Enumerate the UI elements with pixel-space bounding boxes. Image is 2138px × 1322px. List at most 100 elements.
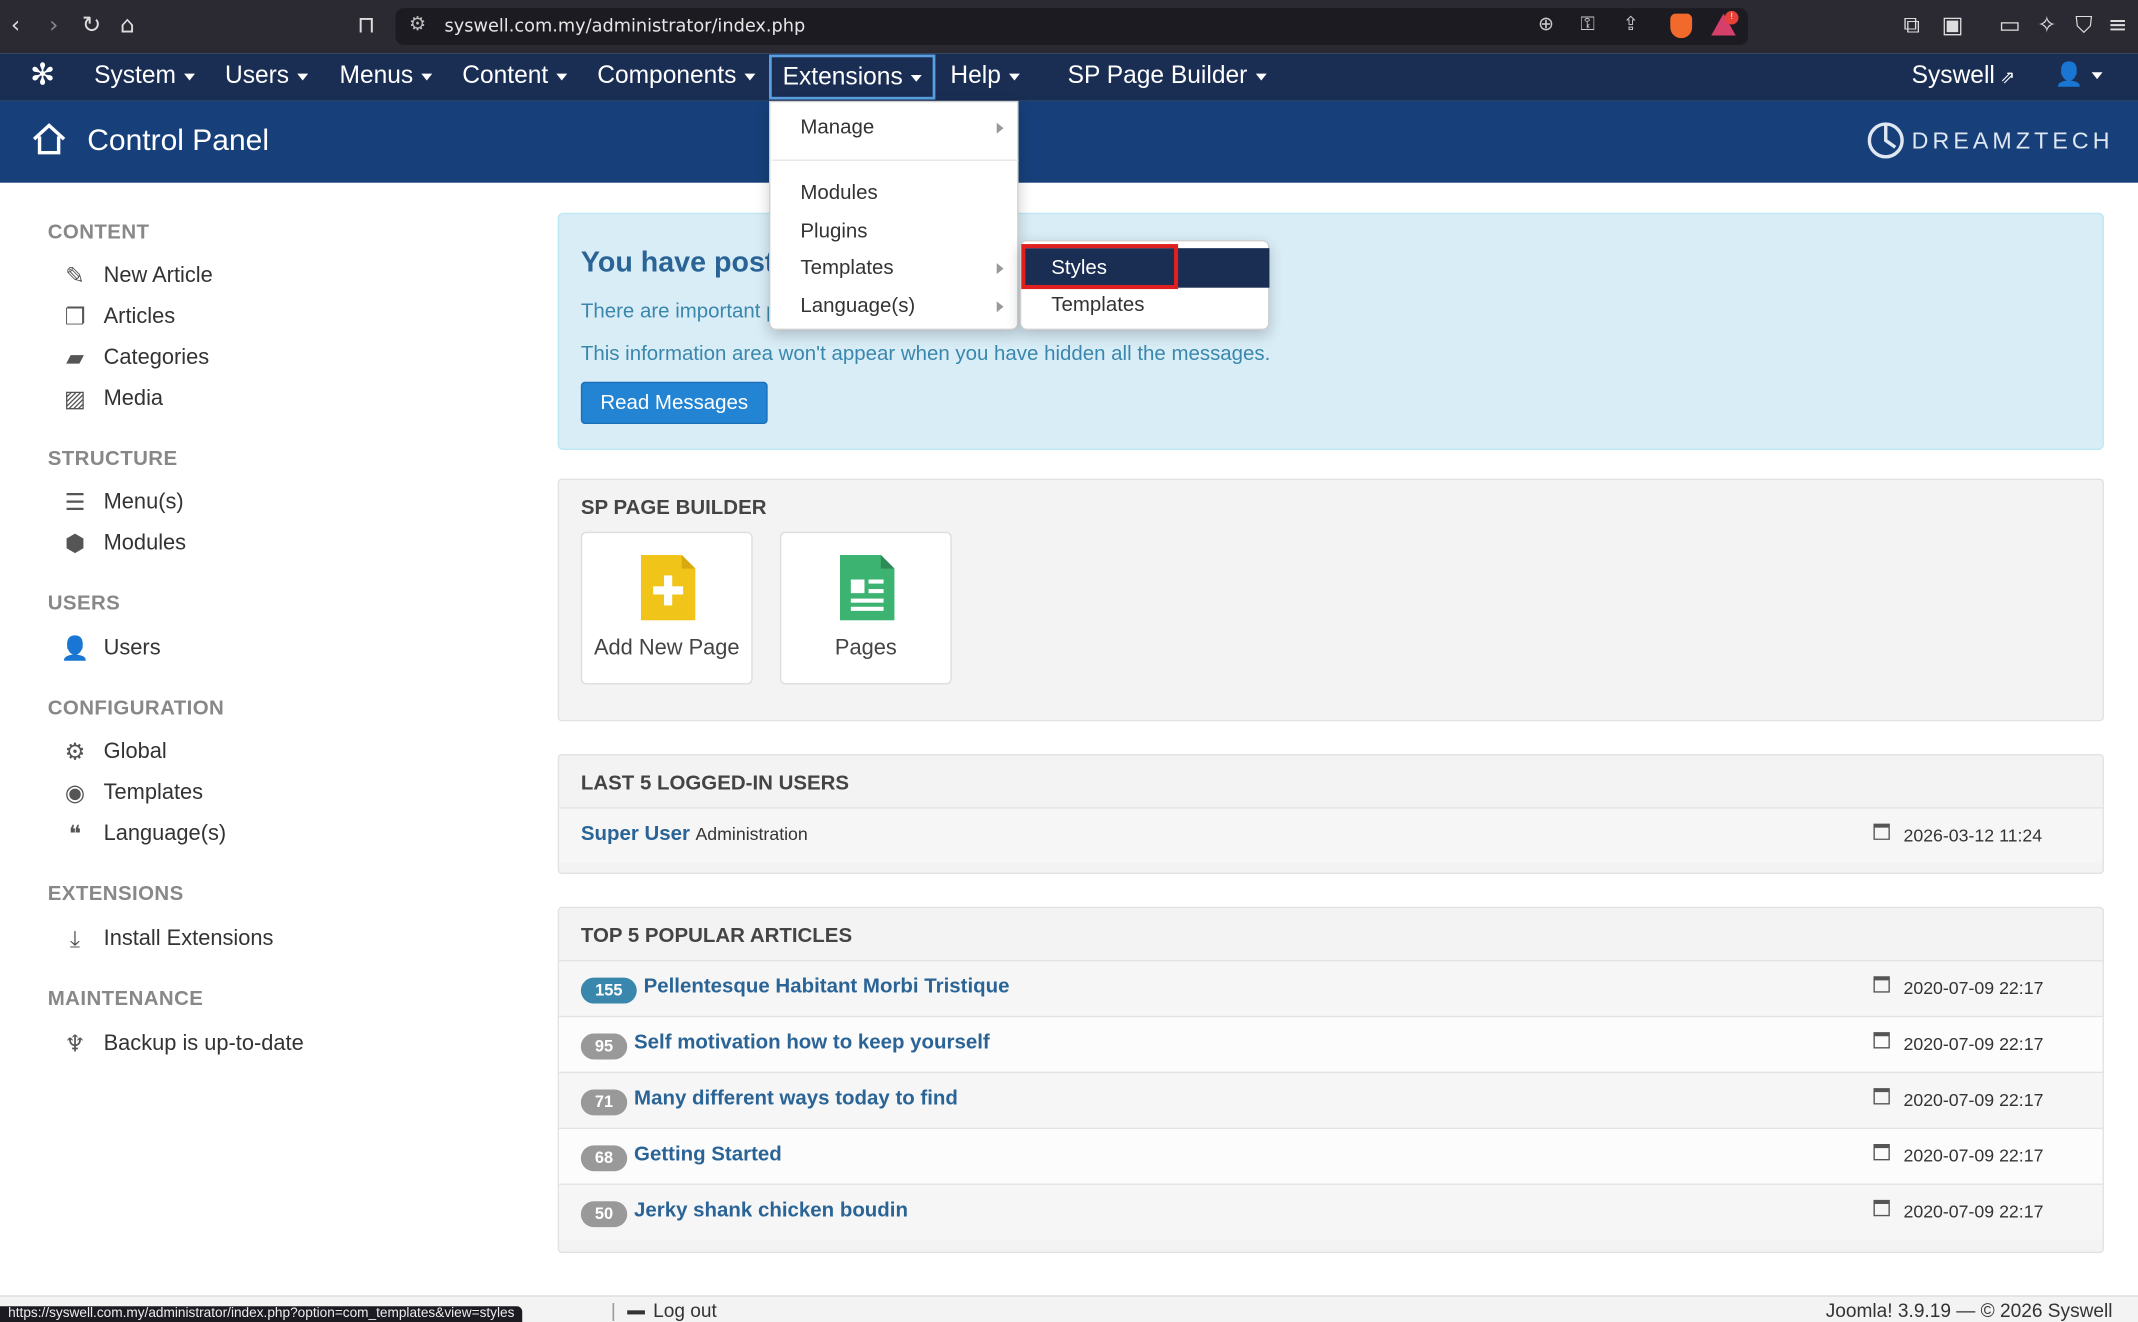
user-icon: 👤 (2054, 61, 2084, 89)
panel-title: TOP 5 POPULAR ARTICLES (580, 924, 853, 948)
brand-name: DREAMZTECH (1911, 128, 2114, 155)
image-icon: ▨ (64, 385, 86, 414)
nav-users[interactable]: Users (225, 53, 309, 101)
chevron-right-icon (996, 122, 1004, 134)
leo-ai-icon[interactable]: ✧ (2037, 12, 2056, 39)
article-link[interactable]: Pellentesque Habitant Morbi Tristique (644, 975, 1010, 998)
calendar-icon (1873, 1088, 1890, 1105)
key-icon[interactable]: ⚿ (1580, 14, 1595, 36)
sidebar-heading-extensions: EXTENSIONS (47, 882, 184, 906)
chevron-down-icon (744, 73, 756, 81)
sidebar-heading-structure: STRUCTURE (47, 447, 178, 471)
table-row: Super User Administration 2026-03-12 11:2… (559, 807, 2103, 864)
user-link[interactable]: Super User Administration (581, 822, 808, 845)
article-date: 2020-07-09 22:17 (1903, 1201, 2044, 1222)
table-row: 68 Getting Started 2020-07-09 22:17 (559, 1127, 2103, 1184)
sidebar-heading-content: CONTENT (47, 220, 150, 245)
tile-label: Pages (834, 636, 897, 660)
panel-title: SP PAGE BUILDER (580, 496, 767, 520)
nav-extensions[interactable]: Extensions (769, 54, 936, 100)
user-menu[interactable]: 👤 (2054, 61, 2103, 89)
dreamztech-logo-icon (1867, 122, 1904, 159)
article-date: 2020-07-09 22:17 (1903, 977, 2044, 999)
share-icon[interactable]: ⇪ (1623, 14, 1639, 36)
back-icon[interactable]: ‹ (11, 12, 20, 39)
pages-icon (839, 554, 895, 621)
panel-title: LAST 5 LOGGED-IN USERS (580, 771, 850, 795)
nav-components[interactable]: Components (597, 53, 756, 101)
menu-item-modules[interactable]: Modules (800, 181, 877, 204)
nav-system[interactable]: System (94, 53, 196, 101)
cube-icon: ⬢ (64, 530, 86, 558)
menu-item-manage[interactable]: Manage (800, 116, 874, 139)
external-link-icon: ⇗ (2000, 68, 2016, 89)
view-site-link[interactable]: Syswell ⇗ (1912, 53, 2016, 101)
menu-item-plugins[interactable]: Plugins (800, 220, 867, 243)
chevron-down-icon (184, 73, 196, 81)
extensions-dropdown: Manage Modules Plugins Templates Languag… (769, 100, 1019, 330)
minus-icon (627, 1310, 645, 1315)
calendar-icon (1873, 976, 1890, 993)
pencil-icon: ✎ (65, 263, 85, 291)
article-link[interactable]: Many different ways today to find (634, 1087, 958, 1110)
calendar-icon (1873, 1143, 1890, 1161)
add-new-page-tile[interactable]: Add New Page (580, 531, 753, 685)
article-link[interactable]: Jerky shank chicken boudin (634, 1199, 908, 1222)
comments-icon: ❝ (68, 820, 82, 849)
chevron-down-icon (1009, 73, 1020, 81)
nav-help[interactable]: Help (950, 53, 1020, 101)
sidebar-heading-configuration: CONFIGURATION (47, 696, 225, 720)
joomla-logo-icon[interactable]: ✻ (30, 61, 60, 91)
nav-menus[interactable]: Menus (340, 53, 433, 101)
backup-icon: ♆ (64, 1030, 86, 1059)
reload-icon[interactable]: ↻ (82, 12, 101, 39)
pages-tile[interactable]: Pages (779, 531, 952, 685)
eye-icon: ◉ (64, 779, 86, 808)
table-row: 50 Jerky shank chicken boudin 2020-07-09… (559, 1183, 2103, 1240)
footer-version: Joomla! 3.9.19 — © 2026 Syswell (1825, 1299, 2113, 1322)
extensions-icon[interactable]: ⧉ (1903, 12, 1920, 39)
nav-sp-page-builder[interactable]: SP Page Builder (1068, 53, 1267, 101)
menu-item-languages[interactable]: Language(s) (800, 295, 915, 318)
tile-label: Add New Page (593, 636, 740, 660)
footer-divider: | (610, 1299, 616, 1322)
table-row: 71 Many different ways today to find 202… (559, 1071, 2103, 1128)
bookmark-icon[interactable]: ⊓ (357, 12, 375, 39)
browser-toolbar: ‹ › ↻ ⌂ ⊓ ⚙ syswell.com.my/administrator… (0, 0, 2138, 54)
chevron-down-icon (297, 73, 309, 81)
notification-dot: ! (1724, 10, 1739, 25)
article-link[interactable]: Self motivation how to keep yourself (634, 1031, 990, 1054)
wallet-icon[interactable]: ▭ (1999, 12, 2021, 39)
read-messages-button[interactable]: Read Messages (580, 381, 768, 425)
site-info-icon[interactable]: ⚙ (409, 14, 426, 36)
login-date: 2026-03-12 11:24 (1903, 824, 2043, 846)
nav-content[interactable]: Content (462, 53, 568, 101)
menu-item-templates[interactable]: Templates (800, 256, 893, 279)
home-icon (32, 123, 66, 155)
chevron-right-icon (996, 301, 1004, 313)
reader-icon[interactable]: ▣ (1942, 12, 1964, 39)
list-icon: ☰ (64, 489, 86, 517)
logout-link[interactable]: Log out (627, 1299, 717, 1321)
article-date: 2020-07-09 22:17 (1903, 1089, 2044, 1110)
menu-icon[interactable]: ≡ (2108, 12, 2127, 39)
gear-icon: ⚙ (64, 739, 86, 767)
menu-divider (771, 159, 1019, 161)
messages-text: There are important p (580, 299, 778, 324)
admin-menubar: ✻ System Users Menus Content Components … (0, 53, 2138, 101)
address-bar[interactable]: ⚙ syswell.com.my/administrator/index.php… (395, 8, 1749, 45)
sidebar-heading-maintenance: MAINTENANCE (47, 987, 204, 1011)
messages-title: You have post (580, 246, 775, 279)
hits-badge: 155 (580, 977, 637, 1004)
table-row: 95 Self motivation how to keep yourself … (559, 1015, 2103, 1072)
article-link[interactable]: Getting Started (634, 1143, 782, 1166)
submenu-item-templates[interactable]: Templates (1051, 293, 1144, 316)
zoom-icon[interactable]: ⊕ (1538, 14, 1554, 36)
home-icon[interactable]: ⌂ (120, 12, 135, 39)
calendar-icon (1873, 1032, 1890, 1049)
forward-icon[interactable]: › (49, 12, 58, 39)
calendar-icon (1873, 1199, 1890, 1217)
brave-shields-icon[interactable] (1670, 13, 1693, 39)
vpn-icon[interactable]: ⛉ (2075, 12, 2092, 39)
folder-icon: ▰ (66, 344, 84, 373)
